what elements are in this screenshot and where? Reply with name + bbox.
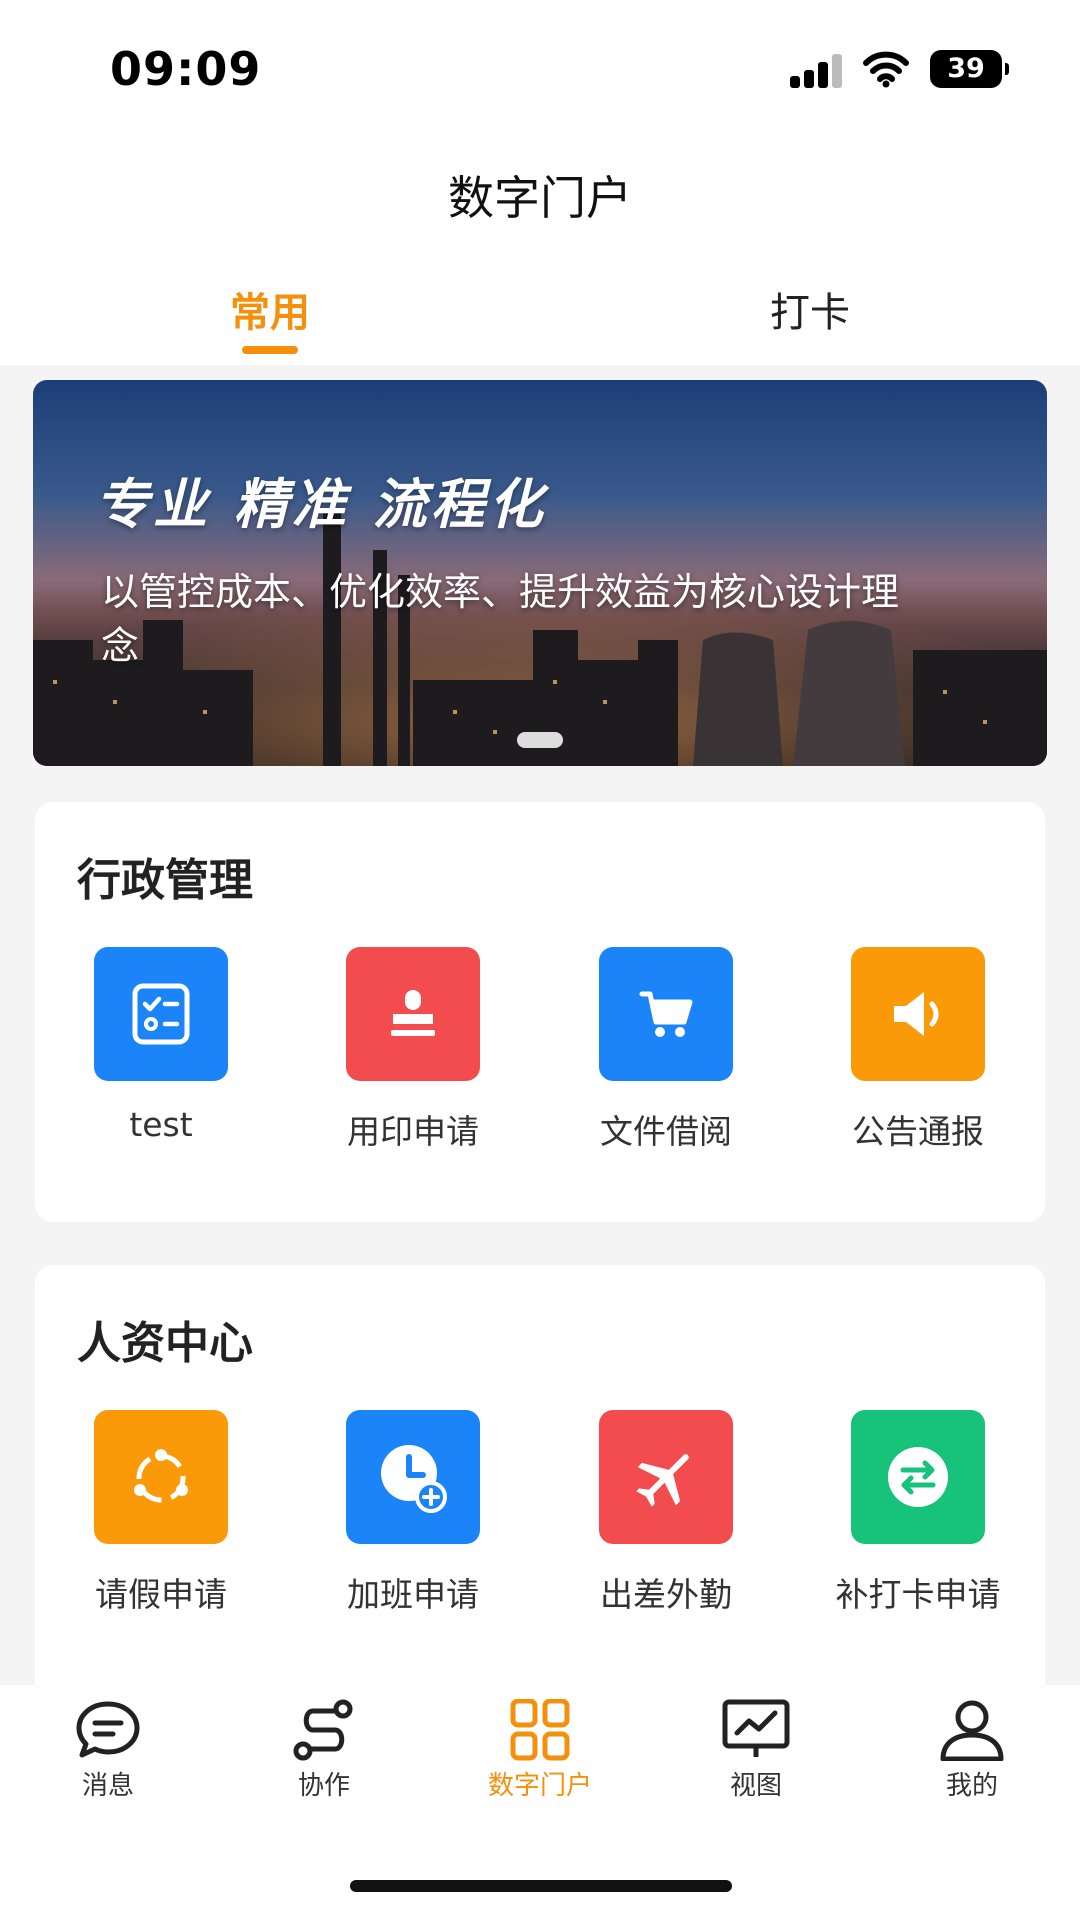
page-title: 数字门户 bbox=[448, 171, 632, 225]
app-label: 用印申请 bbox=[347, 1112, 479, 1151]
tab-active-underline bbox=[242, 346, 298, 354]
tab-common[interactable]: 常用 bbox=[0, 280, 540, 354]
nav-label: 消息 bbox=[81, 1771, 134, 1801]
nav-label: 我的 bbox=[945, 1771, 998, 1801]
tab-clock-in[interactable]: 打卡 bbox=[540, 280, 1080, 338]
route-icon bbox=[293, 1699, 353, 1761]
section-admin: 行政管理 test 用印申请 文件借阅 公告通报 bbox=[35, 802, 1045, 1222]
home-indicator[interactable] bbox=[350, 1880, 732, 1892]
battery-indicator: 39 bbox=[930, 50, 1009, 88]
app-announcement[interactable]: 公告通报 bbox=[792, 947, 1044, 1153]
nav-label: 数字门户 bbox=[487, 1771, 592, 1801]
chart-monitor-icon bbox=[722, 1699, 790, 1757]
tab-label: 常用 bbox=[230, 290, 310, 336]
signal-icon bbox=[790, 52, 844, 88]
app-leave-request[interactable]: 请假申请 bbox=[35, 1410, 287, 1616]
app-business-trip[interactable]: 出差外勤 bbox=[540, 1410, 792, 1616]
user-icon bbox=[940, 1700, 1004, 1761]
nav-collaboration[interactable]: 协作 bbox=[216, 1685, 432, 1815]
section-hr: 人资中心 请假申请 加班申请 出差外勤 补打卡申请 bbox=[35, 1265, 1045, 1705]
nav-view[interactable]: 视图 bbox=[648, 1685, 864, 1815]
swap-arrows-icon bbox=[851, 1410, 985, 1544]
nav-profile[interactable]: 我的 bbox=[864, 1685, 1080, 1815]
airplane-icon bbox=[599, 1410, 733, 1544]
status-bar: 09:09 39 bbox=[0, 0, 1080, 140]
cart-icon bbox=[599, 947, 733, 1081]
speaker-icon bbox=[851, 947, 985, 1081]
app-label: 补打卡申请 bbox=[835, 1575, 1001, 1614]
app-label: 出差外勤 bbox=[600, 1575, 732, 1614]
banner-carousel[interactable]: 专业 精准 流程化 以管控成本、优化效率、提升效益为核心设计理念 bbox=[33, 380, 1047, 766]
app-label: 请假申请 bbox=[95, 1575, 227, 1614]
carousel-indicator bbox=[517, 732, 563, 748]
clock-plus-icon bbox=[346, 1410, 480, 1544]
app-label: 公告通报 bbox=[852, 1112, 984, 1151]
app-overtime-request[interactable]: 加班申请 bbox=[287, 1410, 539, 1616]
share-circle-icon bbox=[94, 1410, 228, 1544]
app-file-borrow[interactable]: 文件借阅 bbox=[540, 947, 792, 1153]
nav-messages[interactable]: 消息 bbox=[0, 1685, 216, 1815]
checklist-icon bbox=[94, 947, 228, 1081]
wifi-icon bbox=[863, 51, 909, 88]
app-test[interactable]: test bbox=[35, 947, 287, 1144]
nav-label: 视图 bbox=[729, 1771, 782, 1801]
banner-subtitle: 以管控成本、优化效率、提升效益为核心设计理念 bbox=[101, 570, 900, 668]
app-seal-request[interactable]: 用印申请 bbox=[287, 947, 539, 1153]
stamp-icon bbox=[346, 947, 480, 1081]
section-title: 行政管理 bbox=[77, 855, 253, 906]
nav-label: 协作 bbox=[297, 1771, 350, 1801]
header: 数字门户 常用 打卡 bbox=[0, 140, 1080, 365]
status-time: 09:09 bbox=[110, 42, 262, 96]
banner-headline: 专业 精准 流程化 bbox=[95, 473, 547, 536]
app-punch-correction[interactable]: 补打卡申请 bbox=[792, 1410, 1044, 1616]
app-label: 加班申请 bbox=[347, 1575, 479, 1614]
nav-digital-portal[interactable]: 数字门户 bbox=[432, 1685, 648, 1815]
tab-label: 打卡 bbox=[770, 290, 850, 336]
grid-icon bbox=[510, 1699, 570, 1761]
section-title: 人资中心 bbox=[77, 1318, 253, 1369]
app-label: test bbox=[129, 1105, 193, 1144]
chat-icon bbox=[76, 1701, 140, 1758]
app-label: 文件借阅 bbox=[600, 1112, 732, 1151]
